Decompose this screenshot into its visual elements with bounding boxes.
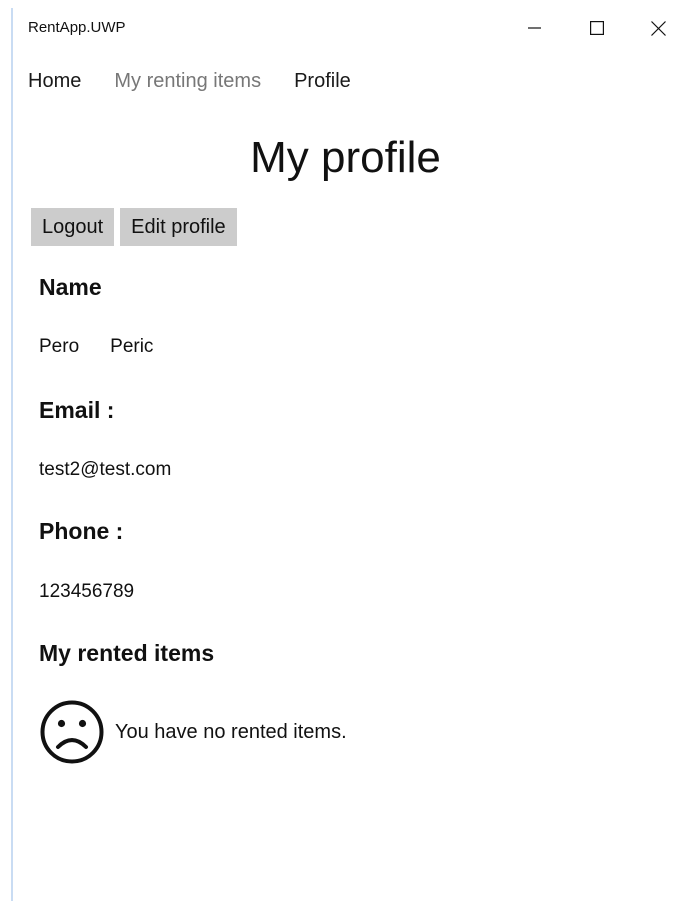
minimize-button[interactable]: [505, 8, 565, 48]
nav-item-home[interactable]: Home: [28, 70, 81, 93]
email-heading: Email :: [39, 397, 115, 423]
sad-face-icon: [40, 700, 104, 764]
rented-items-heading: My rented items: [39, 640, 215, 666]
window-title: RentApp.UWP: [28, 19, 126, 36]
app-window: RentApp.UWP Home My renting items Profil…: [0, 0, 678, 901]
name-value-row: Pero Peric: [39, 336, 153, 358]
page-title: My profile: [250, 133, 441, 182]
nav-item-my-renting-items[interactable]: My renting items: [114, 70, 261, 93]
top-navigation: Home My renting items Profile: [28, 70, 384, 93]
empty-rented-items: You have no rented items.: [39, 699, 347, 765]
close-button[interactable]: [628, 8, 678, 48]
first-name-value: Pero: [39, 336, 80, 357]
profile-actions: Logout Edit profile: [31, 208, 237, 246]
last-name-value: Peric: [110, 336, 154, 357]
phone-value: 123456789: [39, 581, 135, 602]
empty-rented-message: You have no rented items.: [115, 720, 347, 743]
maximize-icon: [590, 21, 604, 35]
phone-heading: Phone :: [39, 518, 124, 544]
name-heading: Name: [39, 274, 102, 300]
title-bar[interactable]: RentApp.UWP: [13, 8, 678, 48]
close-icon: [650, 20, 666, 36]
nav-item-profile[interactable]: Profile: [294, 70, 351, 93]
edit-profile-button[interactable]: Edit profile: [120, 208, 237, 246]
email-value: test2@test.com: [39, 459, 172, 480]
maximize-button[interactable]: [567, 8, 627, 48]
minimize-icon: [528, 27, 541, 29]
logout-button[interactable]: Logout: [31, 208, 115, 246]
